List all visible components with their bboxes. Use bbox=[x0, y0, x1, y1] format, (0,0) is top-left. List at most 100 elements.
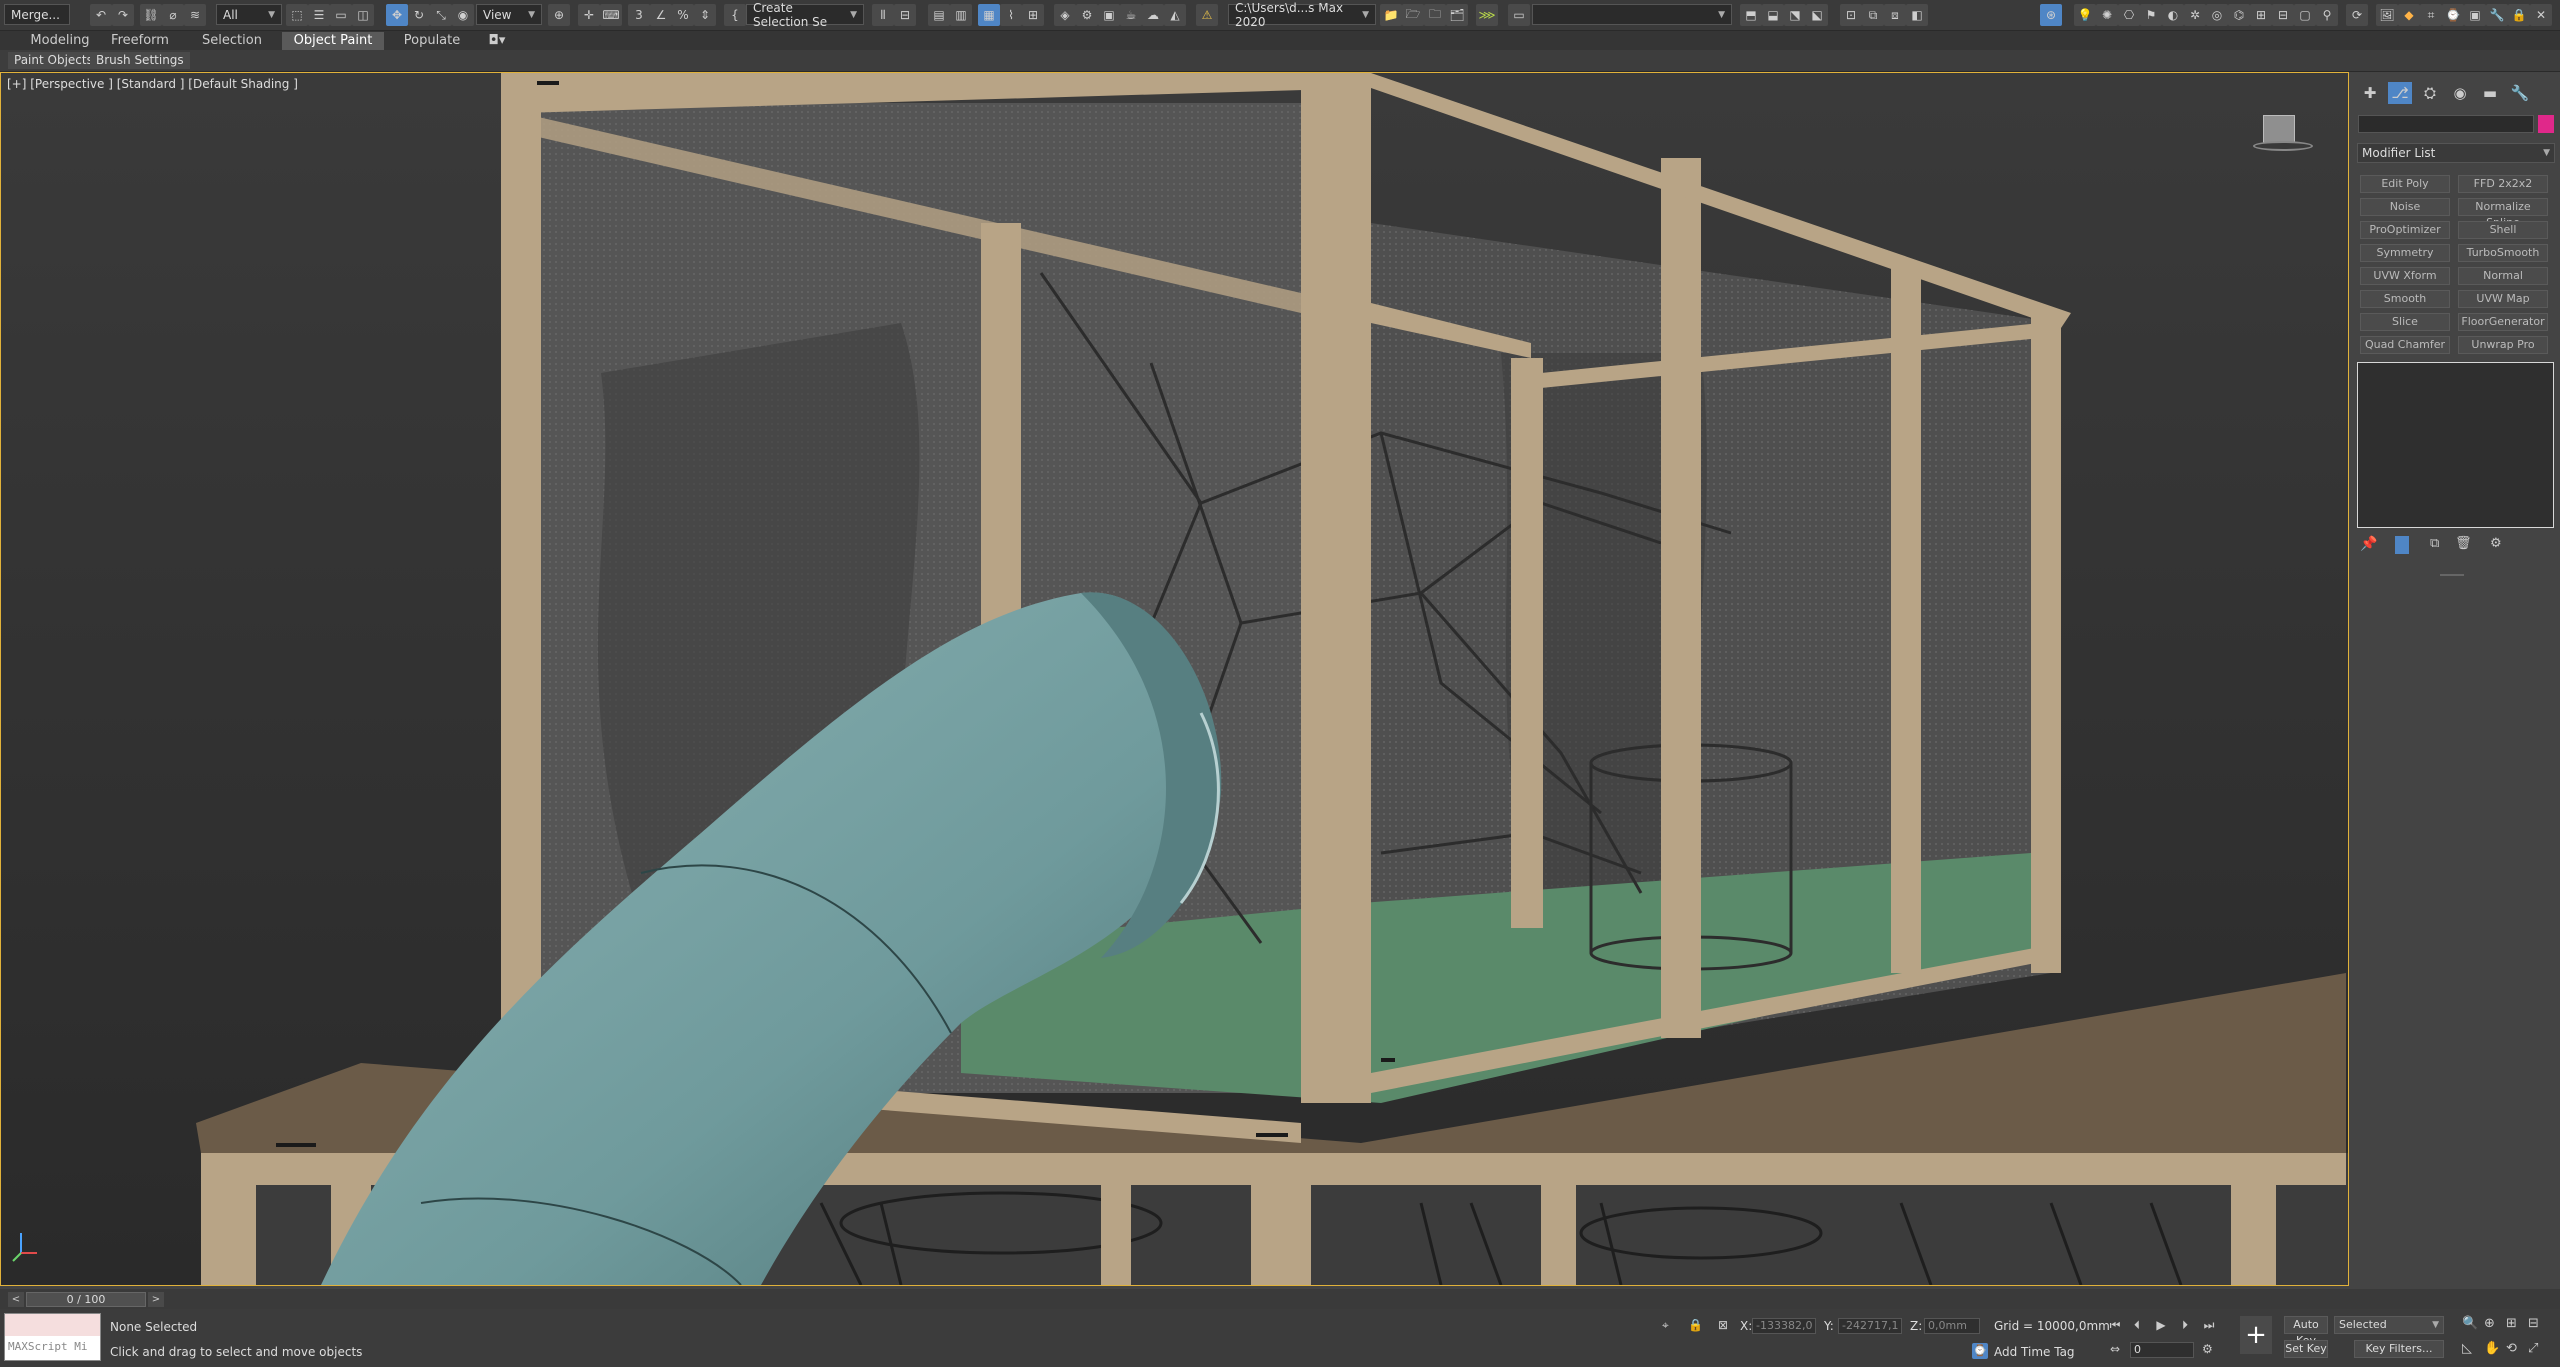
keyboard-shortcut-icon[interactable]: ⌨ bbox=[600, 4, 622, 26]
scene-explorer-icon[interactable]: ▤ bbox=[928, 4, 950, 26]
rotate-icon[interactable]: ↻ bbox=[408, 4, 430, 26]
modify-tab-icon[interactable]: ⎇ bbox=[2388, 82, 2412, 104]
undo-icon[interactable]: ↶ bbox=[90, 4, 112, 26]
modifier-stack[interactable] bbox=[2357, 362, 2554, 528]
sync-icon[interactable]: ⟳ bbox=[2346, 4, 2368, 26]
set-key-button[interactable]: Set Key bbox=[2284, 1340, 2328, 1358]
bulb-icon[interactable]: ⚲ bbox=[2316, 4, 2338, 26]
brush-settings-button[interactable]: Brush Settings bbox=[90, 52, 190, 69]
scene-state-icon[interactable]: ⊡ bbox=[1840, 4, 1862, 26]
modifier-smooth-button[interactable]: Smooth bbox=[2360, 290, 2450, 308]
pin-stack-icon[interactable]: 📌 bbox=[2360, 536, 2377, 552]
particle-icon[interactable]: ✲ bbox=[2184, 4, 2206, 26]
modifier-unwrap-pro-button[interactable]: Unwrap Pro bbox=[2458, 336, 2548, 354]
material-editor-icon[interactable]: ◈ bbox=[1054, 4, 1076, 26]
warning-icon[interactable]: ⚠ bbox=[1196, 4, 1218, 26]
view-cube-icon[interactable]: ▢ bbox=[2294, 4, 2316, 26]
current-frame-field[interactable]: 0 bbox=[2130, 1342, 2194, 1358]
motion-tab-icon[interactable]: ◉ bbox=[2448, 82, 2472, 104]
modifier-ffd-button[interactable]: FFD 2x2x2 bbox=[2458, 175, 2548, 193]
history-icon[interactable]: ⌚ bbox=[2442, 4, 2464, 26]
wrench-icon[interactable]: 🔧 bbox=[2486, 4, 2508, 26]
modifier-symmetry-button[interactable]: Symmetry bbox=[2360, 244, 2450, 262]
tab-selection[interactable]: Selection bbox=[190, 32, 274, 50]
modifier-prooptimizer-button[interactable]: ProOptimizer bbox=[2360, 221, 2450, 239]
select-move-icon[interactable]: ✥ bbox=[386, 4, 408, 26]
rendered-frame-icon[interactable]: ▣ bbox=[1098, 4, 1120, 26]
perspective-viewport[interactable]: [+] [Perspective ] [Standard ] [Default … bbox=[0, 72, 2349, 1286]
schematic-view-icon[interactable]: ⊞ bbox=[1022, 4, 1044, 26]
open-container-icon[interactable]: ⬔ bbox=[1784, 4, 1806, 26]
tab-freeform[interactable]: Freeform bbox=[100, 32, 180, 50]
angle-snap-icon[interactable]: ∠ bbox=[650, 4, 672, 26]
tab-populate[interactable]: Populate bbox=[392, 32, 472, 50]
time-configuration-icon[interactable]: ⚙ bbox=[2202, 1342, 2213, 1356]
play-icon[interactable]: ▶ bbox=[2152, 1316, 2170, 1334]
modifier-uvw-xform-button[interactable]: UVW Xform bbox=[2360, 267, 2450, 285]
snap-grid-icon[interactable]: ⊟ bbox=[2272, 4, 2294, 26]
object-color-swatch[interactable] bbox=[2538, 115, 2554, 133]
add-time-tag-button[interactable]: Add Time Tag bbox=[1994, 1345, 2075, 1359]
sun-icon[interactable]: ✺ bbox=[2096, 4, 2118, 26]
place-icon[interactable]: ◉ bbox=[452, 4, 474, 26]
pivot-icon[interactable]: ⊕ bbox=[548, 4, 570, 26]
utilities-tab-icon[interactable]: 🔧 bbox=[2508, 82, 2532, 104]
configure-modifier-sets-icon[interactable]: ⚙ bbox=[2490, 536, 2502, 551]
zoom-extents-all-icon[interactable]: ⊟ bbox=[2528, 1316, 2539, 1331]
align-icon[interactable]: ⊟ bbox=[894, 4, 916, 26]
workspace-dropdown[interactable]: ▼ bbox=[1532, 4, 1732, 25]
lock-icon[interactable]: 🔒 bbox=[2508, 4, 2530, 26]
field-of-view-icon[interactable]: ◺ bbox=[2462, 1341, 2472, 1356]
modifier-turbosmooth-button[interactable]: TurboSmooth bbox=[2458, 244, 2548, 262]
spacewarp-icon[interactable]: ◐ bbox=[2162, 4, 2184, 26]
isolate-selection-icon[interactable]: ⌖ bbox=[1662, 1318, 1669, 1333]
panel-divider[interactable] bbox=[2440, 574, 2464, 576]
x-coord-field[interactable]: -133382,0 bbox=[1752, 1318, 1816, 1334]
maximize-viewport-icon[interactable]: ⤢ bbox=[2528, 1341, 2538, 1356]
select-object-icon[interactable]: ⬚ bbox=[286, 4, 308, 26]
timeline[interactable] bbox=[0, 1289, 2560, 1309]
close-container-icon[interactable]: ⬕ bbox=[1806, 4, 1828, 26]
create-selection-set-dropdown[interactable]: Create Selection Se ▼ bbox=[746, 1, 864, 29]
next-frame-icon[interactable]: > bbox=[148, 1292, 164, 1307]
y-coord-field[interactable]: -242717,1 bbox=[1838, 1318, 1902, 1334]
edit-named-sets-icon[interactable]: { bbox=[724, 4, 746, 26]
expand-toolbar-icon[interactable]: ⋙ bbox=[1476, 4, 1498, 26]
render-icon[interactable]: ☕ bbox=[1120, 4, 1142, 26]
next-key-icon[interactable]: ⏵ bbox=[2176, 1316, 2194, 1334]
grid-settings-icon[interactable]: ⌗ bbox=[2420, 4, 2442, 26]
tab-object-paint[interactable]: Object Paint bbox=[282, 32, 384, 50]
window-crossing-icon[interactable]: ◫ bbox=[352, 4, 374, 26]
viewport-settings-icon[interactable]: ▣ bbox=[2464, 4, 2486, 26]
zoom-icon[interactable]: 🔍 bbox=[2462, 1316, 2478, 1331]
file-path-dropdown[interactable]: C:\Users\d...s Max 2020 ▼ bbox=[1228, 1, 1376, 29]
merge-button[interactable]: Merge... bbox=[4, 4, 70, 25]
modifier-normal-button[interactable]: Normal bbox=[2458, 267, 2548, 285]
inherit-container-icon[interactable]: ⬓ bbox=[1762, 4, 1784, 26]
key-mode-icon[interactable]: ⇔ bbox=[2110, 1342, 2120, 1356]
create-tab-icon[interactable]: ✚ bbox=[2358, 82, 2382, 104]
selection-filter-dropdown[interactable]: All ▼ bbox=[216, 4, 282, 25]
zoom-extents-icon[interactable]: ⊞ bbox=[2506, 1316, 2517, 1331]
display-tab-icon[interactable]: ▬ bbox=[2478, 82, 2502, 104]
layer-manager-icon[interactable]: ⧈ bbox=[1884, 4, 1906, 26]
object-name-field[interactable] bbox=[2358, 115, 2534, 133]
camera-icon[interactable]: ⎔ bbox=[2118, 4, 2140, 26]
ribbon-toggle-icon[interactable]: ▦ bbox=[978, 4, 1000, 26]
selection-lock-icon[interactable]: 🔒 bbox=[1688, 1318, 1703, 1332]
ref-coord-dropdown[interactable]: View ▼ bbox=[476, 4, 542, 25]
rect-selection-icon[interactable]: ▭ bbox=[330, 4, 352, 26]
maxscript-output[interactable] bbox=[5, 1314, 100, 1336]
link-icon[interactable]: ⛓ bbox=[140, 4, 162, 26]
time-tag-icon[interactable]: ⌚ bbox=[1972, 1343, 1988, 1359]
light-icon[interactable]: 💡 bbox=[2074, 4, 2096, 26]
network-icon[interactable]: ⌬ bbox=[2228, 4, 2250, 26]
show-end-result-icon[interactable] bbox=[2395, 536, 2409, 554]
view-cube-icon[interactable] bbox=[2263, 115, 2295, 143]
maxscript-input[interactable]: MAXScript Mi bbox=[8, 1340, 87, 1353]
recent-folder-icon[interactable]: 🗂 bbox=[1446, 4, 1468, 26]
grid-icon[interactable]: ⊞ bbox=[2250, 4, 2272, 26]
redo-icon[interactable]: ↷ bbox=[112, 4, 134, 26]
zoom-all-icon[interactable]: ⊕ bbox=[2484, 1316, 2495, 1331]
select-manipulate-icon[interactable]: ✛ bbox=[578, 4, 600, 26]
